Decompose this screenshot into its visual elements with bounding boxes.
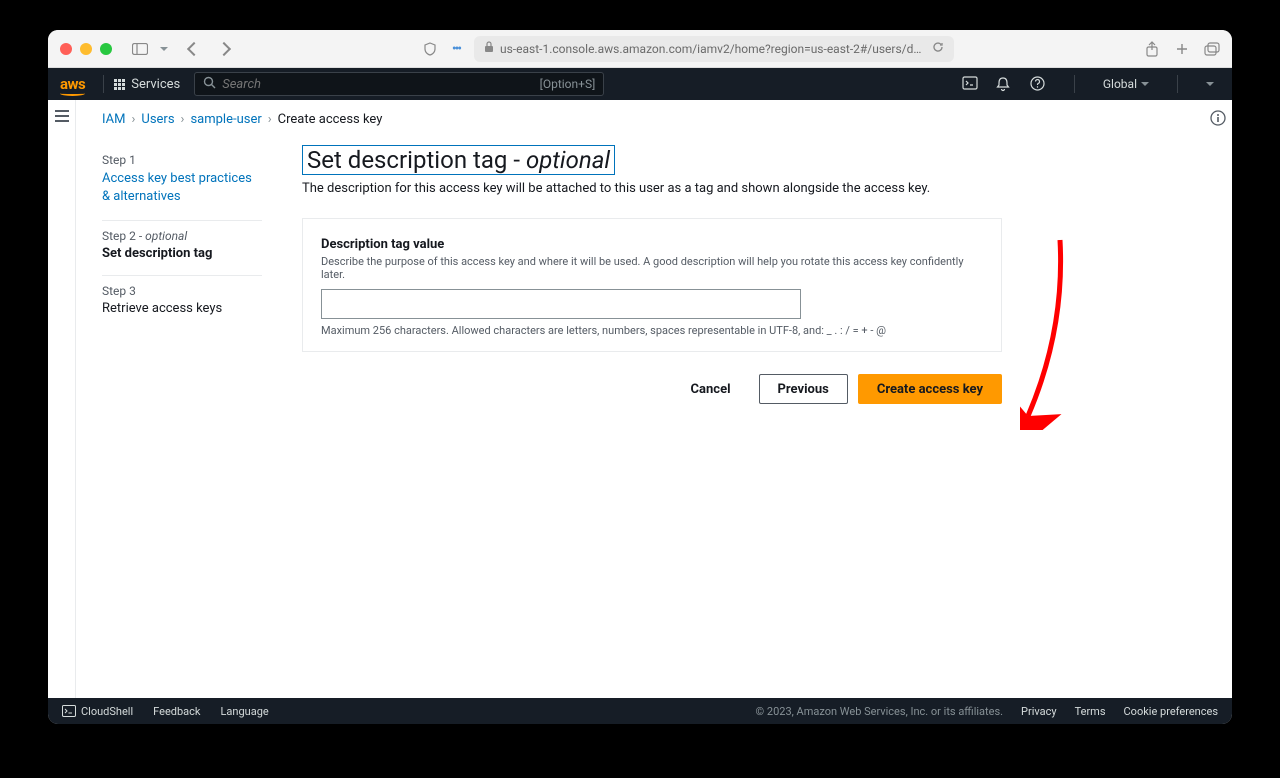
search-bar[interactable]: [Option+S]	[194, 72, 604, 96]
shield-icon[interactable]	[422, 41, 438, 57]
breadcrumb: IAM › Users › sample-user › Create acces…	[76, 100, 1232, 127]
description-input[interactable]	[321, 289, 801, 319]
sidebar-toggle-icon[interactable]	[132, 41, 148, 57]
back-button[interactable]	[186, 41, 202, 57]
field-label: Description tag value	[321, 237, 983, 252]
dropdown-icon[interactable]	[156, 41, 172, 57]
help-icon[interactable]	[1030, 76, 1046, 92]
breadcrumb-link[interactable]: Users	[141, 112, 174, 127]
search-input[interactable]	[222, 77, 533, 92]
step-number: Step 1	[102, 153, 262, 167]
caret-down-icon	[1206, 82, 1214, 86]
language-link[interactable]: Language	[221, 705, 269, 718]
services-grid-icon	[114, 79, 125, 90]
reload-icon[interactable]	[932, 41, 944, 56]
search-icon	[203, 76, 216, 93]
step-link[interactable]: Access key best practices & alternatives	[102, 170, 262, 206]
action-bar: Cancel Previous Create access key	[302, 374, 1002, 404]
previous-button[interactable]: Previous	[759, 374, 848, 404]
breadcrumb-link[interactable]: sample-user	[190, 112, 261, 127]
cloudshell-link[interactable]: CloudShell	[62, 705, 133, 718]
traffic-lights	[60, 43, 112, 55]
caret-down-icon	[1141, 82, 1149, 86]
terms-link[interactable]: Terms	[1075, 705, 1106, 718]
breadcrumb-link[interactable]: IAM	[102, 112, 125, 127]
browser-titlebar: ••• us-east-1.console.aws.amazon.com/iam…	[48, 30, 1232, 68]
services-menu[interactable]: Services	[114, 77, 180, 92]
feedback-link[interactable]: Feedback	[153, 705, 200, 718]
step-number: Step 3	[102, 284, 262, 298]
field-hint: Describe the purpose of this access key …	[321, 255, 983, 281]
site-settings-icon[interactable]: •••	[448, 41, 464, 57]
cloudshell-icon[interactable]	[962, 76, 978, 92]
privacy-link[interactable]: Privacy	[1021, 705, 1057, 718]
info-icon[interactable]	[1210, 110, 1226, 130]
share-icon[interactable]	[1144, 41, 1160, 57]
chevron-right-icon: ›	[131, 112, 135, 127]
region-selector[interactable]: Global	[1103, 77, 1149, 91]
maximize-window-button[interactable]	[100, 43, 112, 55]
account-menu[interactable]	[1206, 82, 1220, 86]
cookies-link[interactable]: Cookie preferences	[1124, 705, 1218, 718]
page-subtitle: The description for this access key will…	[302, 181, 1002, 196]
cancel-button[interactable]: Cancel	[673, 374, 749, 404]
hamburger-icon[interactable]	[55, 110, 69, 122]
step-current: Set description tag	[102, 246, 262, 261]
aws-footer: CloudShell Feedback Language © 2023, Ama…	[48, 698, 1232, 724]
breadcrumb-current: Create access key	[278, 112, 383, 127]
url-text: us-east-1.console.aws.amazon.com/iamv2/h…	[500, 42, 926, 56]
page-title: Set description tag - optional	[302, 145, 615, 175]
new-tab-icon[interactable]	[1174, 41, 1190, 57]
lock-icon	[484, 41, 494, 56]
aws-logo[interactable]: aws	[60, 75, 85, 93]
create-access-key-button[interactable]: Create access key	[858, 374, 1002, 404]
field-constraint: Maximum 256 characters. Allowed characte…	[321, 324, 983, 337]
forward-button[interactable]	[216, 41, 232, 57]
aws-header: aws Services [Option+S] Global	[48, 68, 1232, 100]
minimize-window-button[interactable]	[80, 43, 92, 55]
url-bar[interactable]: us-east-1.console.aws.amazon.com/iamv2/h…	[474, 36, 954, 62]
nav-collapse-rail	[48, 100, 76, 698]
notifications-icon[interactable]	[996, 76, 1012, 92]
step-number: Step 2 - optional	[102, 229, 262, 243]
chevron-right-icon: ›	[181, 112, 185, 127]
search-shortcut: [Option+S]	[540, 77, 596, 91]
copyright-text: © 2023, Amazon Web Services, Inc. or its…	[756, 705, 1004, 718]
chevron-right-icon: ›	[268, 112, 272, 127]
wizard-steps: Step 1 Access key best practices & alter…	[102, 145, 262, 404]
close-window-button[interactable]	[60, 43, 72, 55]
description-card: Description tag value Describe the purpo…	[302, 218, 1002, 352]
tabs-icon[interactable]	[1204, 41, 1220, 57]
step-label: Retrieve access keys	[102, 301, 262, 316]
